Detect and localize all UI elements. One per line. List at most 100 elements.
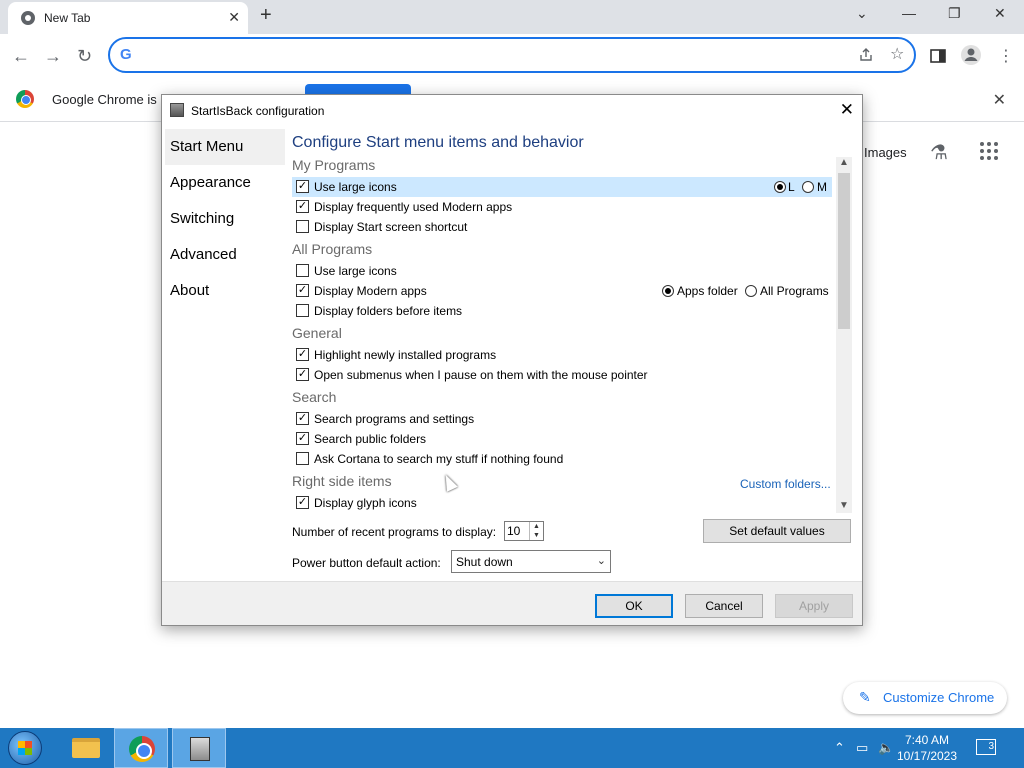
recent-programs-stepper[interactable]: ▲▼ (504, 521, 544, 541)
address-input[interactable] (144, 45, 844, 65)
checkbox[interactable]: ✓ (296, 496, 309, 509)
content-heading: Configure Start menu items and behavior (292, 134, 584, 151)
option-s-programs[interactable]: ✓ Search programs and settings (292, 409, 832, 429)
option-label: Search public folders (314, 432, 427, 446)
bookmark-star-icon[interactable]: ☆ (890, 44, 904, 64)
tab-new-tab[interactable]: New Tab ✕ (8, 2, 248, 34)
nav-about[interactable]: About (165, 273, 285, 309)
option-mp-start-screen[interactable]: Display Start screen shortcut (292, 217, 832, 237)
power-action-value: Shut down (456, 555, 513, 569)
chrome-logo-icon (16, 90, 34, 108)
stepper-arrows-icon[interactable]: ▲ ▼ (529, 522, 543, 540)
option-ap-large-icons[interactable]: Use large icons (292, 261, 832, 281)
option-mp-modern-apps[interactable]: ✓ Display frequently used Modern apps (292, 197, 832, 217)
dialog-close-icon[interactable]: ✕ (840, 100, 854, 120)
customize-chrome-button[interactable]: ✎ Customize Chrome (843, 682, 1007, 714)
taskbar: ⌃ ▭ 🔈 7:40 AM 10/17/2023 3 (0, 728, 1024, 768)
images-link[interactable]: Images (864, 145, 907, 160)
scroll-down-icon[interactable]: ▼ (839, 500, 849, 511)
startisback-icon (190, 737, 210, 761)
section-my-programs: My Programs (292, 157, 376, 173)
option-label: Display Modern apps (314, 284, 427, 298)
option-ap-folders-before[interactable]: Display folders before items (292, 301, 832, 321)
restore-button[interactable]: ❐ (948, 5, 961, 22)
pencil-icon: ✎ (859, 689, 871, 705)
checkbox[interactable] (296, 304, 309, 317)
notifications-icon[interactable]: 3 (976, 739, 996, 755)
radio-size-l[interactable] (774, 181, 786, 193)
volume-muted-icon[interactable]: 🔈 (878, 740, 894, 756)
clock-time: 7:40 AM (904, 733, 950, 747)
address-bar[interactable]: G ☆ (108, 37, 916, 73)
checkbox[interactable]: ✓ (296, 432, 309, 445)
reload-icon[interactable]: ↻ (77, 46, 92, 67)
taskbar-clock[interactable]: 7:40 AM 10/17/2023 (896, 732, 958, 764)
nav-start-menu[interactable]: Start Menu (165, 129, 285, 165)
option-mp-large-icons[interactable]: ✓ Use large icons L M (292, 177, 832, 197)
labs-flask-icon[interactable]: ⚗ (930, 140, 948, 165)
taskbar-chrome[interactable] (114, 728, 168, 768)
option-ap-modern-apps[interactable]: ✓ Display Modern apps Apps folder All Pr… (292, 281, 832, 301)
taskbar-startisback[interactable] (172, 728, 226, 768)
minimize-button[interactable]: — (902, 5, 916, 21)
checkbox[interactable] (296, 452, 309, 465)
google-apps-icon[interactable] (980, 142, 998, 160)
nav-advanced[interactable]: Advanced (165, 237, 285, 273)
option-label: Display frequently used Modern apps (314, 200, 513, 214)
option-label: Display Start screen shortcut (314, 220, 468, 234)
checkbox[interactable]: ✓ (296, 284, 309, 297)
profile-avatar-icon[interactable] (960, 44, 982, 66)
checkbox[interactable]: ✓ (296, 368, 309, 381)
option-s-cortana[interactable]: Ask Cortana to search my stuff if nothin… (292, 449, 832, 469)
checkbox[interactable] (296, 220, 309, 233)
tab-title: New Tab (44, 11, 91, 25)
checkbox[interactable]: ✓ (296, 412, 309, 425)
new-tab-button[interactable]: + (260, 4, 272, 27)
radio-apps-folder[interactable] (662, 285, 674, 297)
option-s-public[interactable]: ✓ Search public folders (292, 429, 832, 449)
tray-overflow-icon[interactable]: ⌃ (834, 740, 845, 756)
back-icon[interactable]: ← (12, 46, 30, 67)
radio-all-programs-label: All Programs (760, 284, 829, 298)
radio-apps-folder-label: Apps folder (677, 284, 738, 298)
start-button-icon[interactable] (8, 731, 42, 765)
nav-appearance[interactable]: Appearance (165, 165, 285, 201)
forward-icon[interactable]: → (44, 46, 62, 67)
tab-close-icon[interactable]: ✕ (228, 9, 240, 26)
apply-button[interactable]: Apply (775, 594, 853, 618)
radio-size-m[interactable] (802, 181, 814, 193)
checkbox[interactable]: ✓ (296, 180, 309, 193)
google-icon: G (120, 46, 132, 63)
radio-size-l-label: L (788, 180, 795, 194)
infobar-close-icon[interactable]: ✕ (993, 90, 1006, 110)
section-right-side: Right side items (292, 473, 392, 489)
options-scrollbar[interactable]: ▲ ▼ (836, 157, 852, 513)
scroll-thumb[interactable] (838, 173, 850, 329)
power-action-select[interactable]: Shut down ⌄ (451, 550, 611, 573)
ok-button[interactable]: OK (595, 594, 673, 618)
recent-programs-input[interactable] (507, 524, 529, 538)
scroll-up-icon[interactable]: ▲ (839, 157, 849, 168)
option-r-glyph[interactable]: ✓ Display glyph icons (292, 493, 832, 513)
dialog-nav: Start Menu Appearance Switching Advanced… (162, 125, 286, 581)
tab-search-icon[interactable]: ⌄ (856, 5, 868, 22)
window-close-button[interactable]: ✕ (994, 5, 1006, 22)
taskbar-explorer[interactable] (58, 728, 112, 768)
set-default-values-button[interactable]: Set default values (703, 519, 851, 543)
chevron-down-icon: ⌄ (596, 555, 606, 567)
option-label: Highlight newly installed programs (314, 348, 497, 362)
cancel-button[interactable]: Cancel (685, 594, 763, 618)
chrome-menu-icon[interactable]: ⋮ (998, 46, 1014, 66)
radio-all-programs[interactable] (745, 285, 757, 297)
nav-switching[interactable]: Switching (165, 201, 285, 237)
checkbox[interactable]: ✓ (296, 200, 309, 213)
checkbox[interactable] (296, 264, 309, 277)
side-panel-icon[interactable] (930, 48, 946, 64)
option-g-highlight[interactable]: ✓ Highlight newly installed programs (292, 345, 832, 365)
share-icon[interactable] (858, 47, 874, 63)
checkbox[interactable]: ✓ (296, 348, 309, 361)
network-icon[interactable]: ▭ (856, 740, 868, 756)
customize-chrome-label: Customize Chrome (883, 690, 995, 705)
custom-folders-link[interactable]: Custom folders... (740, 477, 831, 491)
option-g-submenus[interactable]: ✓ Open submenus when I pause on them wit… (292, 365, 832, 385)
